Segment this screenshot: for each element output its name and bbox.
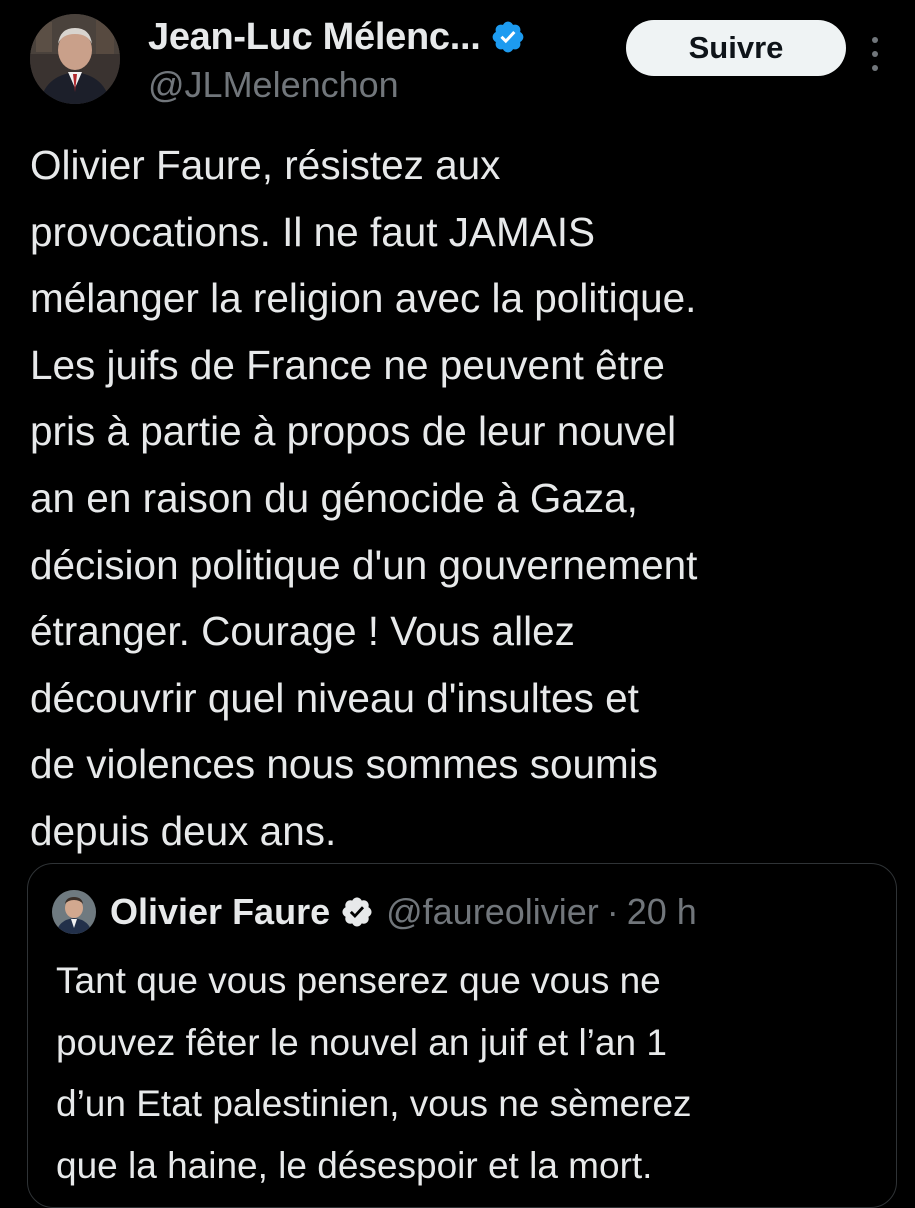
- quoted-tweet-header: Olivier Faure @faureolivier · 20 h: [52, 886, 697, 938]
- author-display-name[interactable]: Jean-Luc Mélenc...: [148, 16, 481, 59]
- verified-badge-icon: [493, 21, 524, 53]
- tweet-header: Jean-Luc Mélenc... @JLMelenchon Suivre: [30, 10, 900, 110]
- quoted-author-handle[interactable]: @faureolivier: [386, 891, 599, 933]
- quoted-author-avatar: [52, 890, 96, 934]
- quoted-author-name[interactable]: Olivier Faure: [110, 891, 330, 933]
- quoted-meta-separator: ·: [606, 891, 619, 932]
- follow-button[interactable]: Suivre: [626, 20, 846, 76]
- author-name-row: Jean-Luc Mélenc...: [148, 12, 526, 62]
- author-avatar-image: [30, 14, 120, 104]
- author-avatar[interactable]: [30, 14, 120, 104]
- quoted-author-avatar-image: [52, 890, 96, 934]
- quoted-tweet-card[interactable]: Olivier Faure @faureolivier · 20 h Tant …: [27, 863, 897, 1208]
- quoted-verified-badge-icon: [342, 897, 372, 927]
- quoted-tweet-text: Tant que vous penserez que vous ne pouve…: [56, 960, 692, 1186]
- more-options-icon[interactable]: [868, 34, 882, 74]
- quoted-tweet-time[interactable]: 20 h: [627, 891, 697, 933]
- tweet-body-text: Olivier Faure, résistez aux provocations…: [30, 142, 698, 854]
- author-handle[interactable]: @JLMelenchon: [148, 64, 399, 106]
